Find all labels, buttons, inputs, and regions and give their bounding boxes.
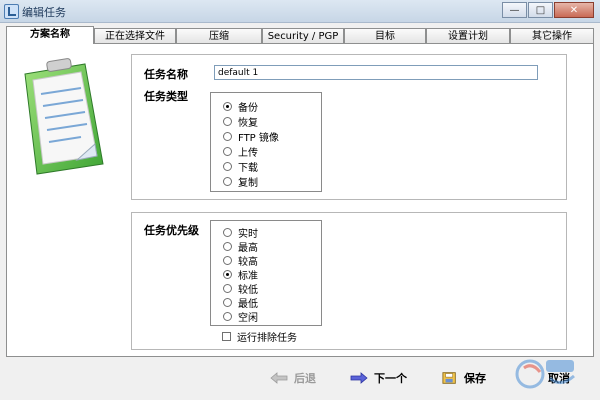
- option-label: 最高: [238, 243, 258, 254]
- option-label: 最低: [238, 299, 258, 310]
- exclusive-task-checkbox[interactable]: 运行排除任务: [222, 330, 297, 344]
- priority-high[interactable]: 较高: [223, 254, 258, 268]
- radio[interactable]: [223, 132, 232, 141]
- radio[interactable]: [223, 284, 232, 293]
- task-type-ftp-mirror[interactable]: FTP 镜像: [223, 130, 279, 144]
- app-icon: [4, 4, 19, 19]
- option-label: 实时: [238, 229, 258, 240]
- option-label: 下载: [238, 163, 258, 174]
- option-label: 备份: [238, 103, 258, 114]
- priority-lowest[interactable]: 最低: [223, 296, 258, 310]
- task-name-input[interactable]: [214, 65, 538, 80]
- tab-bar: 方案名称 正在选择文件 压缩 Security / PGP 目标 设置计划 其它…: [6, 26, 594, 44]
- option-label: FTP 镜像: [238, 133, 279, 144]
- watermark-logo: [515, 359, 575, 389]
- priority-realtime[interactable]: 实时: [223, 226, 258, 240]
- window-controls: — □ ✕: [501, 2, 594, 18]
- arrow-right-icon: [350, 372, 368, 384]
- radio[interactable]: [223, 312, 232, 321]
- task-type-upload[interactable]: 上传: [223, 145, 258, 159]
- save-button[interactable]: 保存: [442, 370, 486, 386]
- radio[interactable]: [223, 147, 232, 156]
- tab-schedule[interactable]: 设置计划: [426, 28, 510, 44]
- option-label: 标准: [238, 271, 258, 282]
- priority-idle[interactable]: 空闲: [223, 310, 258, 324]
- maximize-button[interactable]: □: [528, 2, 553, 18]
- back-button[interactable]: 后退: [270, 370, 316, 386]
- tab-other-actions[interactable]: 其它操作: [510, 28, 594, 44]
- task-type-backup[interactable]: 备份: [223, 100, 258, 114]
- tab-compression[interactable]: 压缩: [176, 28, 262, 44]
- radio[interactable]: [223, 242, 232, 251]
- option-label: 空闲: [238, 313, 258, 324]
- option-label: 较高: [238, 257, 258, 268]
- task-name-label: 任务名称: [144, 68, 188, 81]
- clipboard-icon: [24, 58, 104, 175]
- tab-scheme-name[interactable]: 方案名称: [6, 26, 94, 44]
- radio[interactable]: [223, 298, 232, 307]
- radio-selected[interactable]: [223, 270, 232, 279]
- task-type-copy[interactable]: 复制: [223, 175, 258, 189]
- tab-security-pgp[interactable]: Security / PGP: [262, 28, 344, 44]
- priority-label: 任务优先级: [144, 224, 199, 237]
- title-bar[interactable]: 编辑任务 — □ ✕: [0, 0, 600, 23]
- task-type-radio-group: 备份 恢复 FTP 镜像 上传 下载 复制: [210, 92, 322, 192]
- radio-selected[interactable]: [223, 102, 232, 111]
- tab-target[interactable]: 目标: [344, 28, 426, 44]
- option-label: 较低: [238, 285, 258, 296]
- task-type-label: 任务类型: [144, 90, 188, 103]
- option-label: 恢复: [238, 118, 258, 129]
- close-button[interactable]: ✕: [554, 2, 594, 18]
- back-label: 后退: [294, 372, 316, 385]
- minimize-button[interactable]: —: [502, 2, 527, 18]
- task-type-download[interactable]: 下载: [223, 160, 258, 174]
- checkbox-label: 运行排除任务: [237, 333, 297, 344]
- arrow-left-icon: [270, 372, 288, 384]
- save-icon: [442, 372, 456, 384]
- priority-highest[interactable]: 最高: [223, 240, 258, 254]
- radio[interactable]: [223, 162, 232, 171]
- option-label: 复制: [238, 178, 258, 189]
- save-label: 保存: [464, 372, 486, 385]
- task-type-restore[interactable]: 恢复: [223, 115, 258, 129]
- radio[interactable]: [223, 177, 232, 186]
- priority-radio-group: 实时 最高 较高 标准 较低 最低 空闲: [210, 220, 322, 326]
- radio[interactable]: [223, 256, 232, 265]
- edit-task-window: 编辑任务 — □ ✕ 方案名称 正在选择文件 压缩 Security / PGP…: [0, 0, 600, 400]
- radio[interactable]: [223, 228, 232, 237]
- tab-selecting-files[interactable]: 正在选择文件: [94, 28, 176, 44]
- radio[interactable]: [223, 117, 232, 126]
- priority-low[interactable]: 较低: [223, 282, 258, 296]
- option-label: 上传: [238, 148, 258, 159]
- window-title: 编辑任务: [22, 6, 66, 19]
- priority-normal[interactable]: 标准: [223, 268, 258, 282]
- checkbox[interactable]: [222, 332, 231, 341]
- next-label: 下一个: [374, 372, 407, 385]
- next-button[interactable]: 下一个: [350, 370, 407, 386]
